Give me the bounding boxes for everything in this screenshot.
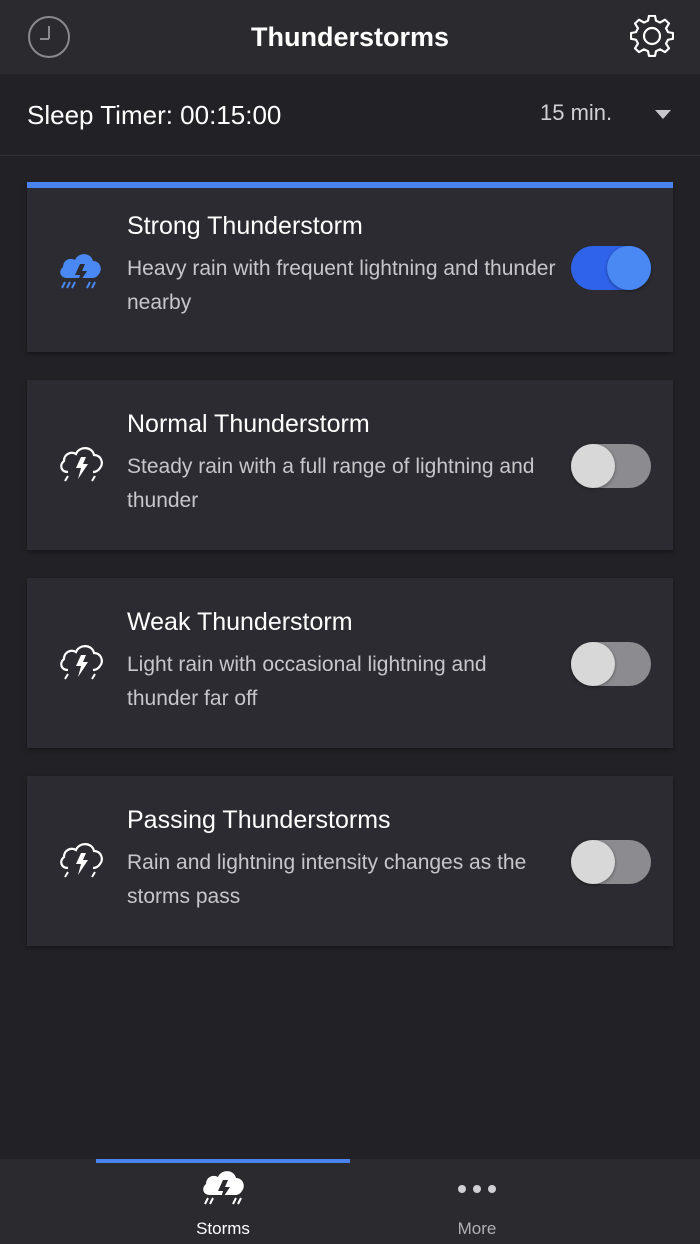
storm-cloud-icon	[203, 1171, 244, 1205]
sound-title: Strong Thunderstorm	[127, 212, 363, 240]
clock-icon[interactable]	[27, 15, 71, 59]
sleep-timer-bar: Sleep Timer: 00:15:00 15 min.	[0, 74, 700, 156]
sound-toggle[interactable]	[571, 246, 651, 290]
sound-card-strong[interactable]: Strong Thunderstorm Heavy rain with freq…	[27, 182, 673, 352]
sleep-timer-label: Sleep Timer: 00:15:00	[27, 100, 282, 130]
sound-title: Weak Thunderstorm	[127, 608, 353, 636]
storm-cloud-icon	[60, 447, 103, 482]
gear-icon[interactable]	[630, 15, 674, 59]
toggle-knob	[571, 444, 615, 488]
tab-label: More	[457, 1219, 497, 1238]
toggle-knob	[607, 246, 651, 290]
chevron-down-icon	[655, 110, 671, 119]
toggle-knob	[571, 840, 615, 884]
sound-description: Rain and lightning intensity changes as …	[127, 851, 527, 908]
tab-more[interactable]: More	[350, 1159, 604, 1244]
toggle-knob	[571, 642, 615, 686]
more-dots-icon	[458, 1185, 498, 1195]
sound-toggle[interactable]	[571, 444, 651, 488]
storm-cloud-icon	[60, 254, 101, 289]
sound-card-normal[interactable]: Normal Thunderstorm Steady rain with a f…	[27, 380, 673, 550]
sound-card-weak[interactable]: Weak Thunderstorm Light rain with occasi…	[27, 578, 673, 748]
sound-toggle[interactable]	[571, 642, 651, 686]
tab-storms[interactable]: Storms	[96, 1159, 350, 1244]
sound-card-passing[interactable]: Passing Thunderstorms Rain and lightning…	[27, 776, 673, 946]
bottom-tab-bar: Storms More	[0, 1159, 700, 1244]
sound-toggle[interactable]	[571, 840, 651, 884]
sound-title: Normal Thunderstorm	[127, 410, 370, 438]
sound-title: Passing Thunderstorms	[127, 806, 391, 834]
page-title: Thunderstorms	[250, 21, 450, 52]
storm-cloud-icon	[60, 645, 103, 680]
sound-description: Light rain with occasional lightning and…	[127, 653, 487, 710]
sound-description: Steady rain with a full range of lightni…	[127, 455, 535, 512]
tab-label: Storms	[196, 1219, 250, 1238]
storm-cloud-icon	[60, 843, 103, 878]
sound-description: Heavy rain with frequent lightning and t…	[127, 257, 556, 314]
top-bar: Thunderstorms	[0, 0, 700, 74]
active-tab-indicator	[96, 1159, 350, 1163]
timer-duration-value: 15 min.	[540, 100, 613, 125]
timer-duration-select[interactable]: 15 min.	[540, 100, 680, 132]
